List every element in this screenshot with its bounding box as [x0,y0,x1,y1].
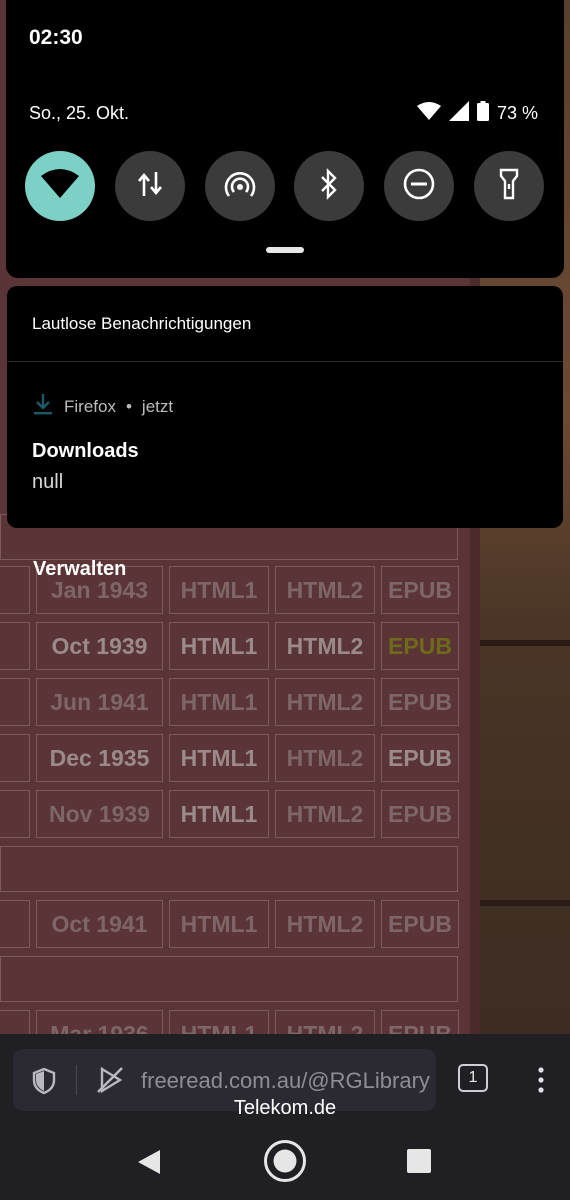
table-cell-date: Oct 1941 [36,900,163,948]
panel-drag-handle[interactable] [266,247,304,253]
shield-icon[interactable] [31,1067,57,1100]
carrier-label: Telekom.de [233,1097,337,1119]
wifi-signal-icon [416,102,441,125]
back-icon[interactable] [136,1149,162,1180]
table-row-frame [0,846,458,892]
notification-card: Lautlose Benachrichtigungen Firefox • je… [7,286,563,528]
battery-icon [476,101,489,126]
bluetooth-icon [318,167,340,205]
table-cell-epub[interactable]: EPUB [381,900,459,948]
table-cell-date: Dec 1935 [36,734,163,782]
table-cell-edge [0,678,30,726]
table-cell-html2[interactable]: HTML2 [275,566,375,614]
hotspot-tile[interactable] [205,151,275,221]
table-cell-html2[interactable]: HTML2 [275,678,375,726]
menu-icon[interactable] [530,1064,550,1096]
table-cell-html1[interactable]: HTML1 [169,622,269,670]
hotspot-icon [223,169,257,204]
url-text[interactable]: freeread.com.au/@RGLibrary [141,1068,430,1094]
table-cell-html1[interactable]: HTML1 [169,790,269,838]
tab-counter-button[interactable]: 1 [458,1064,488,1092]
notification-app-name: Firefox [64,396,116,416]
download-icon [32,392,54,421]
wifi-tile[interactable] [25,151,95,221]
table-cell-html2[interactable]: HTML2 [275,734,375,782]
dnd-tile[interactable] [384,151,454,221]
divider [7,361,563,362]
status-clock: 02:30 [29,26,83,49]
table-row-frame [0,956,458,1002]
table-cell-html2[interactable]: HTML2 [275,900,375,948]
table-cell-epub[interactable]: EPUB [381,734,459,782]
table-cell-date: Jun 1941 [36,678,163,726]
notification-separator: • [125,396,132,416]
table-cell-date: Nov 1939 [36,790,163,838]
flashlight-tile[interactable] [474,151,544,221]
table-cell-html1[interactable]: HTML1 [169,900,269,948]
autoplay-blocked-icon[interactable] [95,1065,125,1100]
mobile-data-tile[interactable] [115,151,185,221]
table-cell-epub[interactable]: EPUB [381,790,459,838]
battery-percent: 73 % [496,103,538,123]
table-cell-edge [0,734,30,782]
status-date[interactable]: So., 25. Okt. [29,103,129,124]
recents-icon[interactable] [407,1149,431,1178]
table-cell-edge [0,622,30,670]
navigation-bar [0,1118,570,1200]
table-cell-html1[interactable]: HTML1 [169,678,269,726]
table-cell-edge [0,790,30,838]
data-arrows-icon [137,170,163,203]
dnd-icon [402,167,436,206]
notification-body: null [32,471,64,493]
table-cell-date: Oct 1939 [36,622,163,670]
notification-title[interactable]: Downloads [32,440,139,463]
table-cell-epub[interactable]: EPUB [381,678,459,726]
shelf-divider [480,900,570,906]
table-cell-html2[interactable]: HTML2 [275,790,375,838]
notification-time: jetzt [141,396,174,416]
manage-button[interactable]: Verwalten [33,558,126,581]
notification-section-header: Lautlose Benachrichtigungen [32,314,252,333]
table-cell-html2[interactable]: HTML2 [275,622,375,670]
table-cell-epub[interactable]: EPUB [381,566,459,614]
quick-settings-tiles [25,151,545,221]
home-icon[interactable] [263,1139,307,1188]
wifi-icon [40,168,80,205]
table-cell-html1[interactable]: HTML1 [169,734,269,782]
bluetooth-tile[interactable] [294,151,364,221]
table-cell-edge [0,900,30,948]
table-cell-epub[interactable]: EPUB [381,622,459,670]
cell-signal-icon [448,101,469,126]
status-icons: 73 % [416,101,538,126]
table-cell-edge [0,566,30,614]
table-cell-html1[interactable]: HTML1 [169,566,269,614]
notification-app-row[interactable]: Firefox • jetzt [32,392,173,421]
quick-settings-panel [6,0,564,278]
url-divider [76,1065,77,1095]
shelf-divider [480,640,570,646]
flashlight-icon [498,168,520,205]
